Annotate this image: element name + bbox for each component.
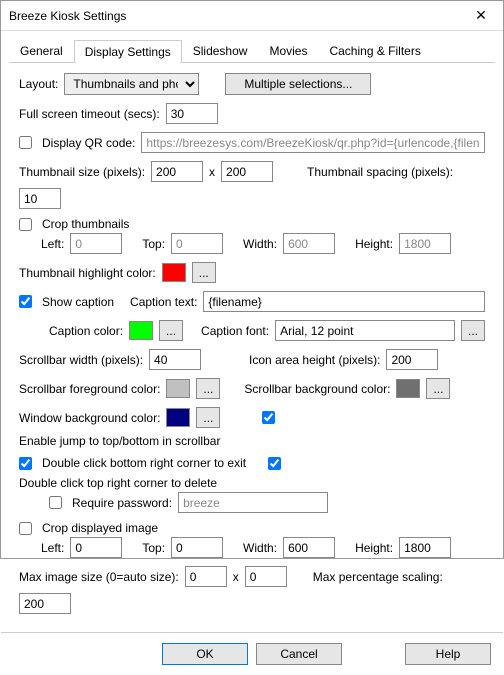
dblclick-delete-label: Double click top right corner to delete bbox=[19, 476, 217, 490]
tabbar: General Display Settings Slideshow Movie… bbox=[9, 39, 495, 63]
window-bg-swatch[interactable] bbox=[166, 408, 190, 427]
thumb-x-label: x bbox=[209, 165, 215, 179]
crop-displayed-checkbox[interactable] bbox=[19, 522, 32, 535]
caption-text-input[interactable] bbox=[203, 291, 485, 312]
dblclick-exit-checkbox[interactable] bbox=[19, 457, 32, 470]
crop-disp-top-label: Top: bbox=[142, 541, 165, 555]
display-qr-checkbox[interactable] bbox=[19, 136, 32, 149]
caption-font-input[interactable] bbox=[275, 320, 455, 341]
tab-content: Layout: Thumbnails and photo Multiple se… bbox=[1, 63, 503, 626]
show-caption-label: Show caption bbox=[42, 295, 114, 309]
crop-thumbnails-checkbox[interactable] bbox=[19, 218, 32, 231]
fullscreen-timeout-label: Full screen timeout (secs): bbox=[19, 107, 160, 121]
icon-area-height-input[interactable] bbox=[386, 349, 438, 370]
crop-disp-height-label: Height: bbox=[355, 541, 393, 555]
layout-select[interactable]: Thumbnails and photo bbox=[64, 73, 199, 95]
thumb-size-label: Thumbnail size (pixels): bbox=[19, 165, 145, 179]
dblclick-exit-label: Double click bottom right corner to exit bbox=[42, 456, 246, 470]
scrollbar-fg-label: Scrollbar foreground color: bbox=[19, 382, 160, 396]
qr-url-input bbox=[141, 132, 485, 153]
scrollbar-width-input[interactable] bbox=[149, 349, 201, 370]
enable-jump-checkbox[interactable] bbox=[262, 411, 275, 424]
thumb-spacing-input[interactable] bbox=[19, 188, 61, 209]
thumb-highlight-label: Thumbnail highlight color: bbox=[19, 266, 156, 280]
crop-disp-height-input[interactable] bbox=[399, 537, 451, 558]
max-scaling-label: Max percentage scaling: bbox=[313, 570, 443, 584]
titlebar: Breeze Kiosk Settings ✕ bbox=[1, 1, 503, 31]
crop-thumbnails-label: Crop thumbnails bbox=[42, 217, 129, 231]
require-password-label: Require password: bbox=[72, 496, 172, 510]
fullscreen-timeout-input[interactable] bbox=[166, 103, 218, 124]
icon-area-height-label: Icon area height (pixels): bbox=[249, 353, 380, 367]
tab-caching-filters[interactable]: Caching & Filters bbox=[318, 39, 431, 62]
crop-thumb-left-input bbox=[70, 233, 122, 254]
crop-disp-width-label: Width: bbox=[243, 541, 277, 555]
max-image-x-label: x bbox=[233, 570, 239, 584]
caption-font-label: Caption font: bbox=[201, 324, 269, 338]
multiple-selections-button[interactable]: Multiple selections... bbox=[225, 73, 371, 95]
max-image-h-input[interactable] bbox=[245, 566, 287, 587]
caption-color-label: Caption color: bbox=[49, 324, 123, 338]
crop-thumb-top-input bbox=[171, 233, 223, 254]
scrollbar-fg-swatch[interactable] bbox=[166, 379, 190, 398]
enable-jump-label: Enable jump to top/bottom in scrollbar bbox=[19, 434, 220, 448]
scrollbar-bg-label: Scrollbar background color: bbox=[244, 382, 390, 396]
help-button[interactable]: Help bbox=[405, 643, 491, 665]
crop-disp-width-input[interactable] bbox=[283, 537, 335, 558]
crop-thumb-height-input bbox=[399, 233, 451, 254]
max-image-size-label: Max image size (0=auto size): bbox=[19, 570, 179, 584]
close-icon[interactable]: ✕ bbox=[459, 1, 503, 30]
display-qr-label: Display QR code: bbox=[42, 136, 135, 150]
crop-thumb-width-label: Width: bbox=[243, 237, 277, 251]
window-bg-label: Window background color: bbox=[19, 411, 160, 425]
cancel-button[interactable]: Cancel bbox=[256, 643, 342, 665]
thumb-spacing-label: Thumbnail spacing (pixels): bbox=[307, 165, 453, 179]
thumb-highlight-picker-button[interactable]: ... bbox=[192, 262, 216, 283]
require-password-input bbox=[178, 492, 328, 513]
ok-button[interactable]: OK bbox=[162, 643, 248, 665]
caption-text-label: Caption text: bbox=[130, 295, 197, 309]
crop-displayed-label: Crop displayed image bbox=[42, 521, 158, 535]
caption-color-picker-button[interactable]: ... bbox=[159, 320, 183, 341]
scrollbar-fg-picker-button[interactable]: ... bbox=[196, 378, 220, 399]
scrollbar-width-label: Scrollbar width (pixels): bbox=[19, 353, 143, 367]
caption-font-picker-button[interactable]: ... bbox=[461, 320, 485, 341]
window-title: Breeze Kiosk Settings bbox=[9, 9, 126, 23]
crop-thumb-height-label: Height: bbox=[355, 237, 393, 251]
require-password-checkbox[interactable] bbox=[49, 496, 62, 509]
thumb-highlight-swatch[interactable] bbox=[162, 263, 186, 282]
thumb-width-input[interactable] bbox=[151, 161, 203, 182]
crop-thumb-width-input bbox=[283, 233, 335, 254]
tab-movies[interactable]: Movies bbox=[258, 39, 318, 62]
crop-disp-left-label: Left: bbox=[41, 541, 64, 555]
crop-thumb-top-label: Top: bbox=[142, 237, 165, 251]
scrollbar-bg-swatch[interactable] bbox=[396, 379, 420, 398]
caption-color-swatch[interactable] bbox=[129, 321, 153, 340]
scrollbar-bg-picker-button[interactable]: ... bbox=[426, 378, 450, 399]
window-bg-picker-button[interactable]: ... bbox=[196, 407, 220, 428]
max-scaling-input[interactable] bbox=[19, 593, 71, 614]
crop-thumb-left-label: Left: bbox=[41, 237, 64, 251]
layout-label: Layout: bbox=[19, 77, 58, 91]
tab-general[interactable]: General bbox=[9, 39, 74, 62]
tab-slideshow[interactable]: Slideshow bbox=[182, 39, 259, 62]
dialog-footer: OK Cancel Help bbox=[1, 632, 503, 675]
thumb-height-input[interactable] bbox=[221, 161, 273, 182]
crop-disp-left-input[interactable] bbox=[70, 537, 122, 558]
tab-display-settings[interactable]: Display Settings bbox=[74, 40, 182, 63]
dblclick-delete-checkbox[interactable] bbox=[268, 457, 281, 470]
show-caption-checkbox[interactable] bbox=[19, 295, 32, 308]
crop-disp-top-input[interactable] bbox=[171, 537, 223, 558]
max-image-w-input[interactable] bbox=[185, 566, 227, 587]
